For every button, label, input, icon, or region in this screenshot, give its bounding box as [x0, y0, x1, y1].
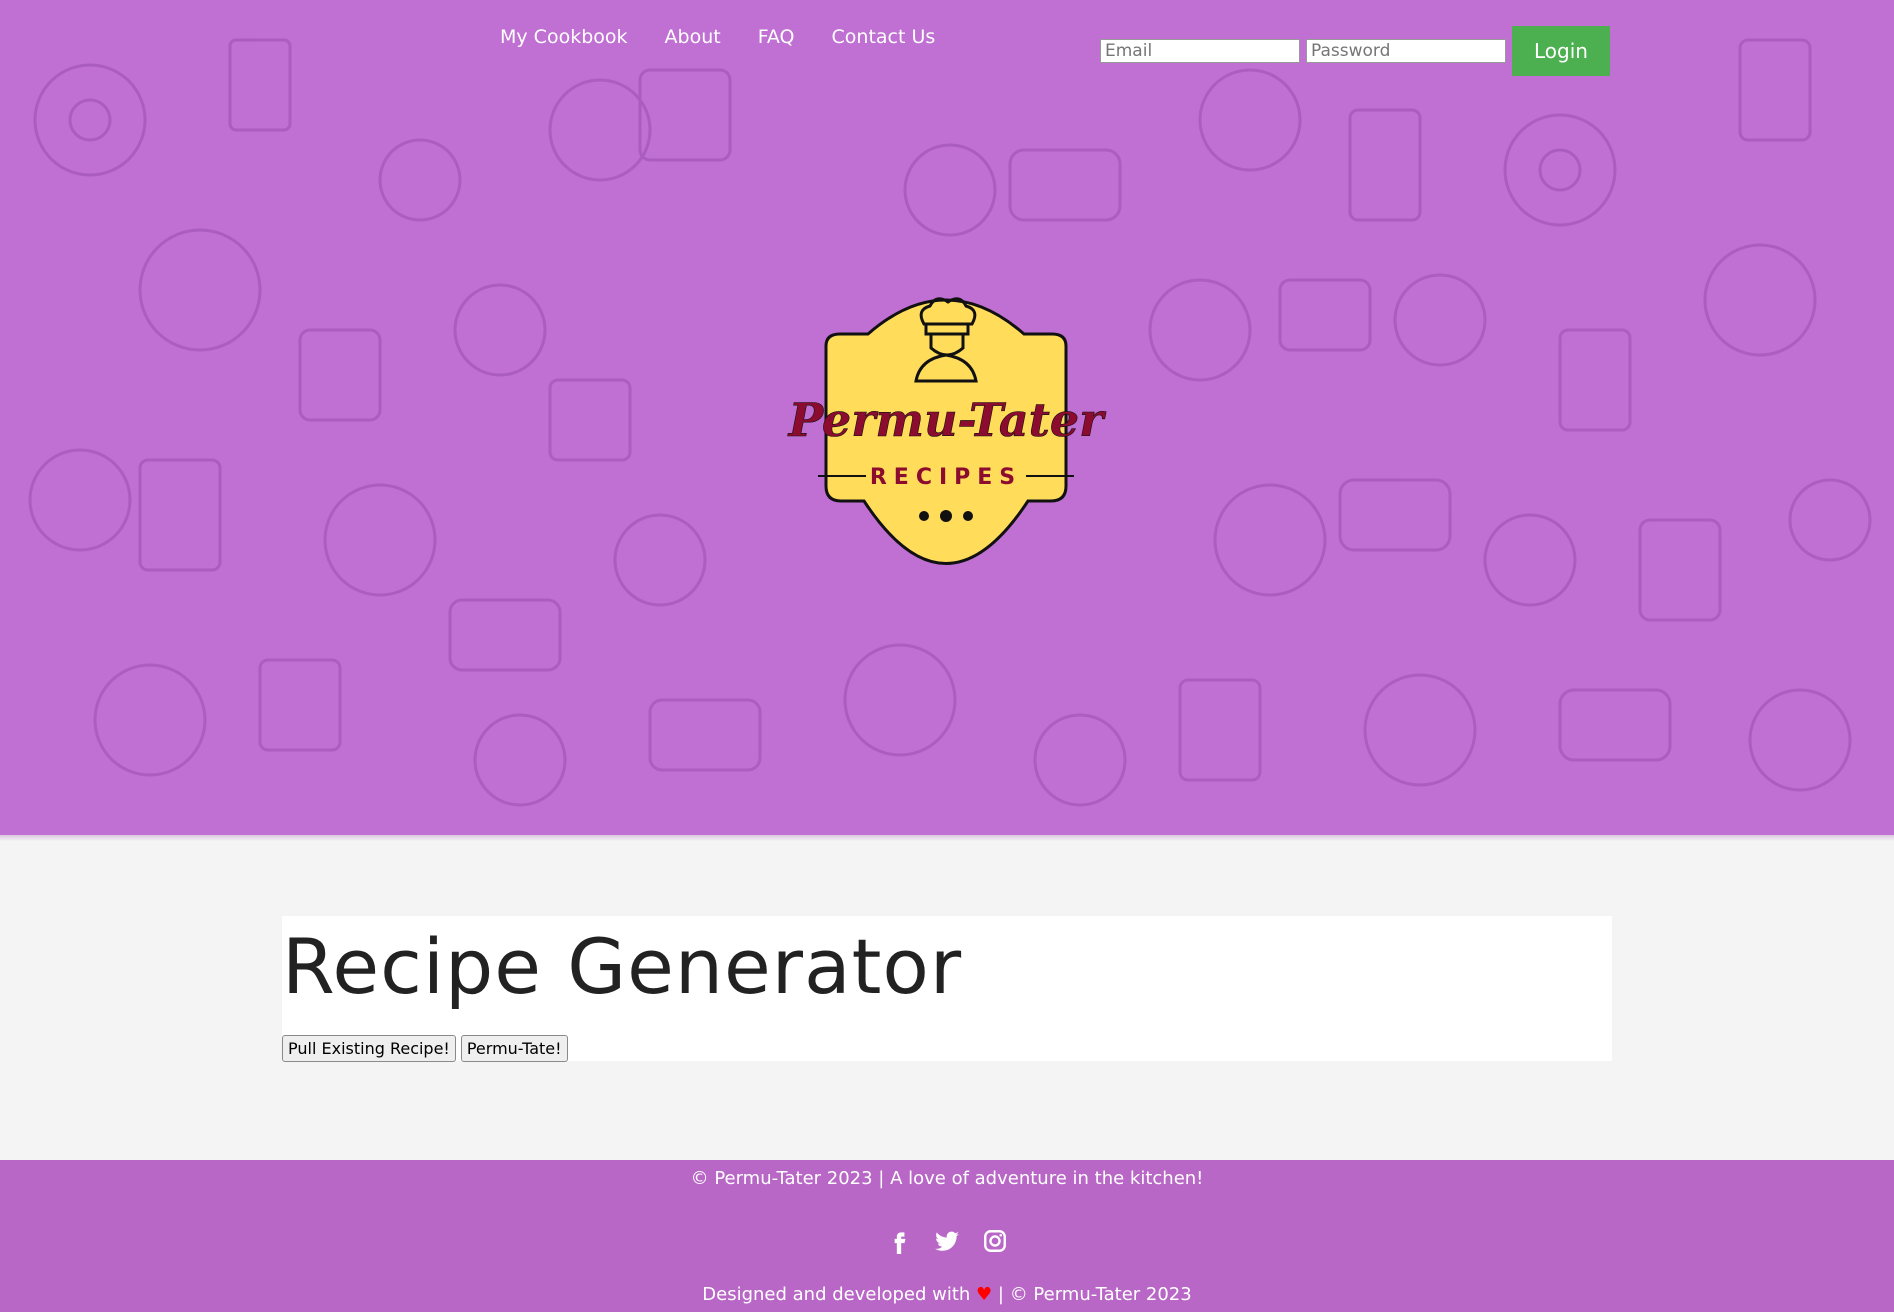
hero-banner: My Cookbook About FAQ Contact Us Login P…	[0, 0, 1894, 835]
credit-prefix: Designed and developed with	[702, 1284, 971, 1305]
permu-tate-button[interactable]: Permu-Tate!	[460, 1035, 568, 1062]
footer-credit: Designed and developed with ♥ | © Permu-…	[0, 1284, 1894, 1305]
email-input[interactable]	[1100, 39, 1300, 63]
hero-divider	[0, 835, 1894, 841]
heart-icon: ♥	[976, 1284, 993, 1305]
nav-link-faq[interactable]: FAQ	[758, 26, 795, 48]
nav-link-my-cookbook[interactable]: My Cookbook	[500, 26, 628, 48]
nav-link-contact-us[interactable]: Contact Us	[832, 26, 936, 48]
nav-link-about[interactable]: About	[665, 26, 721, 48]
logo-tagline: RECIPES	[870, 465, 1022, 490]
social-links	[0, 1228, 1894, 1254]
pull-existing-recipe-button[interactable]: Pull Existing Recipe!	[282, 1035, 456, 1062]
login-form: Login	[1100, 26, 1610, 76]
recipe-generator-card: Recipe Generator Pull Existing Recipe! P…	[282, 916, 1612, 1062]
password-input[interactable]	[1306, 39, 1506, 63]
permu-tater-logo: Permu-Tater RECIPES	[786, 297, 1108, 565]
footer: © Permu-Tater 2023 | A love of adventure…	[0, 1160, 1894, 1312]
page-title: Recipe Generator	[282, 922, 963, 1011]
main-nav: My Cookbook About FAQ Contact Us	[500, 26, 972, 48]
twitter-icon[interactable]	[934, 1228, 960, 1254]
footer-copyright: © Permu-Tater 2023 | A love of adventure…	[690, 1168, 1204, 1189]
login-button[interactable]: Login	[1512, 26, 1610, 76]
credit-suffix: | © Permu-Tater 2023	[997, 1284, 1192, 1305]
facebook-icon[interactable]	[886, 1228, 912, 1254]
instagram-icon[interactable]	[982, 1228, 1008, 1254]
generator-actions: Pull Existing Recipe! Permu-Tate!	[282, 1035, 568, 1062]
logo-brand: Permu-Tater	[787, 393, 1108, 447]
